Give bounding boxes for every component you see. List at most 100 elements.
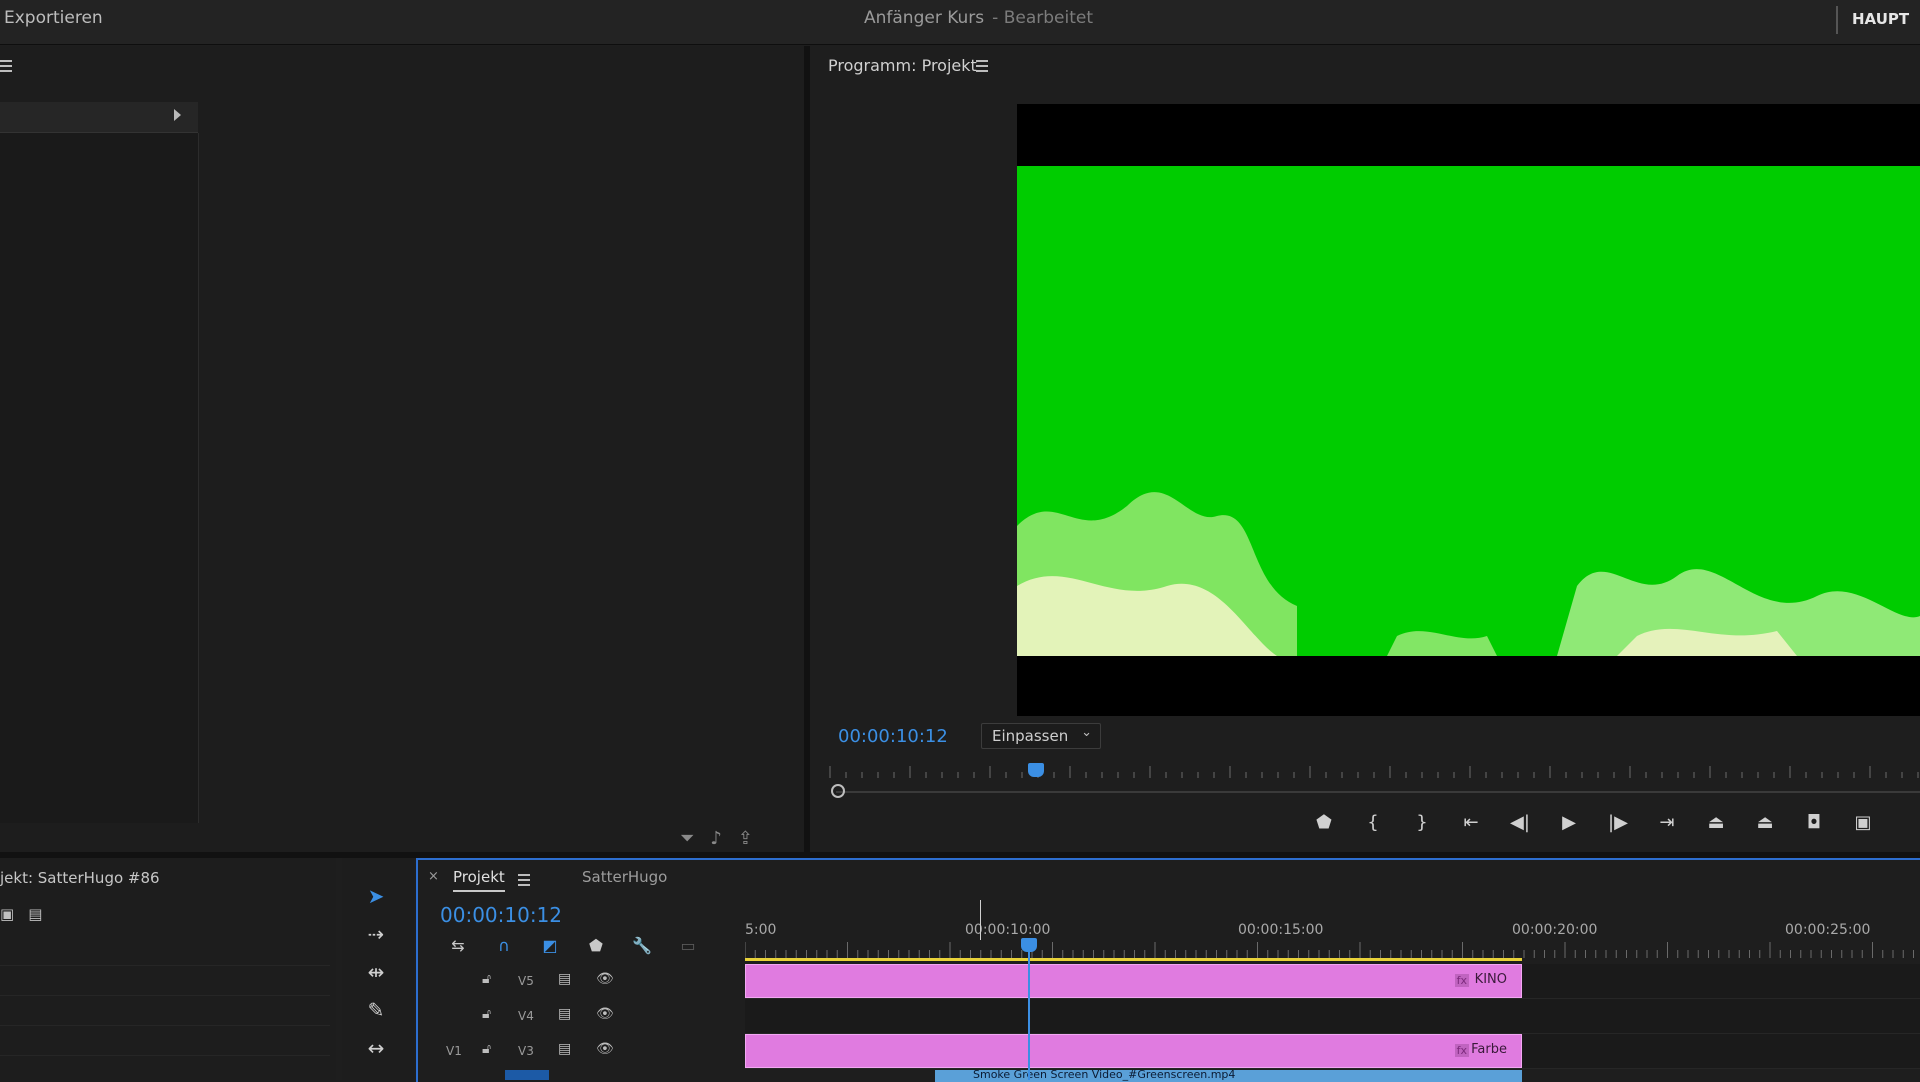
timeline-timecode[interactable]: 00:00:10:12 bbox=[440, 903, 562, 927]
play-icon[interactable]: ▶ bbox=[1555, 812, 1583, 833]
film-icon[interactable]: ▤ bbox=[558, 971, 571, 987]
mark-out-icon[interactable]: } bbox=[1408, 812, 1436, 833]
add-marker-icon[interactable]: ⬟ bbox=[580, 936, 612, 955]
tab-menu-icon[interactable] bbox=[518, 874, 530, 889]
track-target-toggle[interactable] bbox=[505, 1070, 549, 1080]
ruler-label: 00:00:10:00 bbox=[965, 922, 1051, 938]
workspace-tab[interactable]: HAUPT bbox=[1852, 10, 1909, 28]
list-item[interactable] bbox=[0, 966, 330, 996]
transport-controls: ⬟ { } ⇤ ◀| ▶ |▶ ⇥ ⏏ ⏏ ◘ ▣ bbox=[1310, 812, 1877, 833]
track-name[interactable]: V3 bbox=[518, 1044, 534, 1058]
source-list bbox=[0, 133, 199, 823]
lock-icon[interactable]: 🔓︎ bbox=[482, 1041, 491, 1057]
source-patch[interactable]: V1 bbox=[446, 1044, 462, 1058]
yuv-icon[interactable]: ▤ bbox=[28, 905, 42, 923]
project-status: - Bearbeitet bbox=[992, 8, 1093, 28]
snap-icon[interactable]: ∩ bbox=[488, 936, 520, 955]
track-lane-v3[interactable]: fx Farbe bbox=[745, 1034, 1920, 1069]
slip-tool-icon[interactable]: ↔ bbox=[356, 1036, 396, 1066]
clip-label: Farbe bbox=[1471, 1042, 1507, 1057]
camera-icon[interactable]: ◘ bbox=[1800, 812, 1828, 833]
project-panel-title[interactable]: jekt: SatterHugo #86 bbox=[0, 869, 160, 887]
eye-icon[interactable]: 👁︎ bbox=[596, 1006, 614, 1022]
source-header bbox=[0, 102, 198, 133]
clip-label: KINO bbox=[1474, 972, 1507, 987]
list-item[interactable] bbox=[0, 936, 330, 966]
nest-icon[interactable]: ⇆ bbox=[442, 936, 474, 955]
green-screen-video bbox=[1017, 166, 1920, 656]
marker-icon[interactable]: ⬟ bbox=[1310, 812, 1338, 833]
track-select-tool-icon[interactable]: ⇢ bbox=[356, 922, 396, 952]
zoom-handle[interactable] bbox=[831, 784, 845, 798]
source-footer-tools: ⏷ ♪ ⇪ bbox=[680, 828, 753, 849]
filter-icon[interactable]: ⏷ bbox=[680, 828, 694, 849]
extract-icon[interactable]: ⏏ bbox=[1751, 812, 1779, 833]
program-ruler[interactable] bbox=[828, 760, 1920, 784]
project-panel-icons: ▣ ▤ bbox=[0, 905, 42, 923]
insert-icon[interactable]: ♪ bbox=[710, 828, 722, 849]
program-menu-icon[interactable] bbox=[976, 60, 988, 75]
list-item[interactable] bbox=[0, 996, 330, 1026]
step-forward-icon[interactable]: |▶ bbox=[1604, 812, 1632, 833]
program-timecode[interactable]: 00:00:10:12 bbox=[838, 726, 948, 747]
tab-projekt[interactable]: Projekt bbox=[453, 868, 505, 892]
captions-icon[interactable]: ▭ bbox=[672, 936, 704, 955]
film-icon[interactable]: ▤ bbox=[558, 1041, 571, 1057]
program-playhead[interactable] bbox=[1028, 763, 1044, 777]
eye-icon[interactable]: 👁︎ bbox=[596, 1041, 614, 1057]
track-header-v3: V1 🔓︎ V3 ▤ 👁︎ bbox=[418, 1034, 745, 1068]
timeline-ruler[interactable]: 5:00 00:00:10:00 00:00:15:00 00:00:20:00… bbox=[745, 918, 1920, 960]
compare-icon[interactable]: ▣ bbox=[1849, 812, 1877, 833]
panel-menu-icon[interactable] bbox=[0, 60, 12, 74]
track-lane-v5[interactable]: fx KINO bbox=[745, 964, 1920, 999]
razor-tool-icon[interactable]: ✎ bbox=[356, 998, 396, 1028]
clip-farbe[interactable]: fx Farbe bbox=[745, 1034, 1522, 1068]
lock-icon[interactable]: 🔓︎ bbox=[482, 971, 491, 987]
bin-icon[interactable]: ▣ bbox=[0, 905, 14, 923]
ruler-ticks bbox=[745, 942, 1914, 958]
lock-icon[interactable]: 🔓︎ bbox=[482, 1006, 491, 1022]
track-name[interactable]: V5 bbox=[518, 974, 534, 988]
program-monitor-title[interactable]: Programm: Projekt bbox=[828, 56, 977, 75]
fx-badge-icon: fx bbox=[1454, 1044, 1469, 1057]
mark-in-icon[interactable]: { bbox=[1359, 812, 1387, 833]
zoom-select[interactable]: Einpassen ⌄ bbox=[981, 723, 1101, 749]
lift-icon[interactable]: ⏏ bbox=[1702, 812, 1730, 833]
ruler-label: 00:00:25:00 bbox=[1785, 922, 1871, 938]
wrench-icon[interactable]: 🔧 bbox=[626, 936, 658, 955]
expand-arrow-icon[interactable] bbox=[174, 109, 181, 121]
tab-satterhugo[interactable]: SatterHugo bbox=[582, 868, 667, 886]
zoom-select-value: Einpassen bbox=[992, 727, 1069, 745]
ruler-label: 5:00 bbox=[745, 922, 777, 938]
export-menu[interactable]: Exportieren bbox=[4, 8, 103, 28]
project-name: Anfänger Kurs bbox=[864, 8, 985, 28]
timeline-playhead-line[interactable] bbox=[1028, 940, 1030, 1080]
film-icon[interactable]: ▤ bbox=[558, 1006, 571, 1022]
track-header-v4: 🔓︎ V4 ▤ 👁︎ bbox=[418, 999, 745, 1033]
clip-kino[interactable]: fx KINO bbox=[745, 964, 1522, 998]
step-back-icon[interactable]: ◀| bbox=[1506, 812, 1534, 833]
ruler-label: 00:00:20:00 bbox=[1512, 922, 1598, 938]
timeline-playhead[interactable] bbox=[1021, 938, 1037, 952]
selection-tool-icon[interactable]: ➤ bbox=[356, 884, 396, 914]
work-area-bar[interactable] bbox=[745, 958, 1522, 961]
chevron-down-icon: ⌄ bbox=[1081, 725, 1092, 740]
track-header-v5: 🔓︎ V5 ▤ 👁︎ bbox=[418, 964, 745, 998]
ripple-edit-tool-icon[interactable]: ⇹ bbox=[356, 960, 396, 990]
export-icon[interactable]: ⇪ bbox=[738, 828, 753, 849]
ruler-marker bbox=[980, 900, 981, 940]
close-tab-icon[interactable]: × bbox=[428, 869, 439, 884]
linked-selection-icon[interactable]: ◩ bbox=[534, 936, 566, 955]
workspace-separator bbox=[1836, 6, 1838, 34]
project-list bbox=[0, 936, 330, 1080]
go-to-in-icon[interactable]: ⇤ bbox=[1457, 812, 1485, 833]
eye-icon[interactable]: 👁︎ bbox=[596, 971, 614, 987]
timeline-tools: ⇆ ∩ ◩ ⬟ 🔧 ▭ bbox=[442, 936, 704, 955]
scrub-bar[interactable] bbox=[836, 791, 1920, 793]
track-name[interactable]: V4 bbox=[518, 1009, 534, 1023]
list-item[interactable] bbox=[0, 1026, 330, 1056]
track-lane-v4[interactable] bbox=[745, 999, 1920, 1034]
go-to-out-icon[interactable]: ⇥ bbox=[1653, 812, 1681, 833]
clip-smoke-video[interactable]: Smoke Green Screen Video_#Greenscreen.mp… bbox=[935, 1068, 1522, 1082]
clip-label: Smoke Green Screen Video_#Greenscreen.mp… bbox=[973, 1068, 1236, 1081]
